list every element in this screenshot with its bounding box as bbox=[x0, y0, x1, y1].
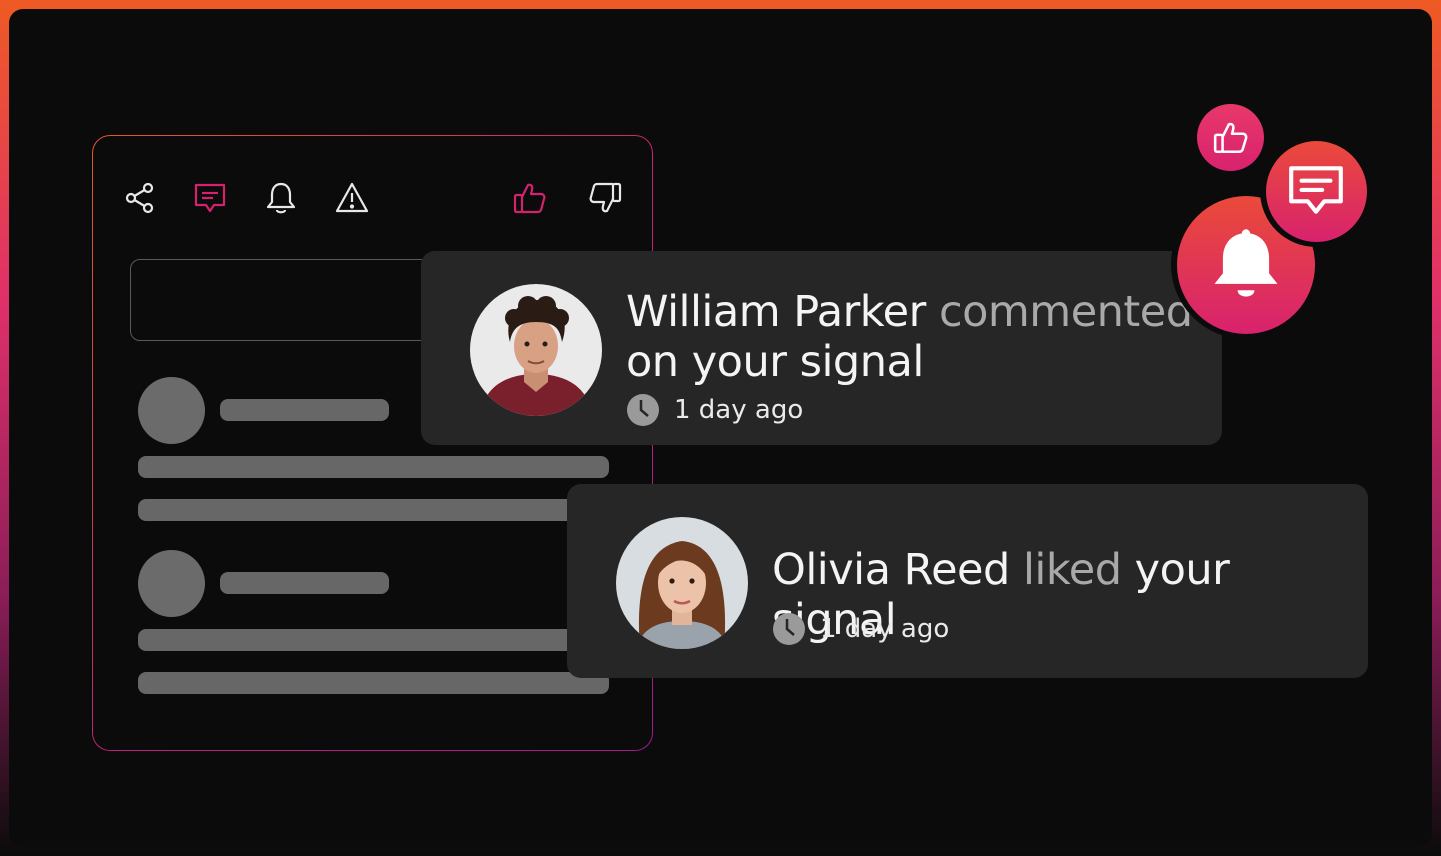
skeleton-name-bar bbox=[220, 572, 389, 594]
notification-card-comment[interactable]: William Parker commented on your signal … bbox=[421, 251, 1222, 445]
clock-icon bbox=[627, 394, 659, 426]
skeleton-text-bar bbox=[138, 629, 609, 651]
action-verb: liked bbox=[1022, 545, 1122, 595]
clock-icon bbox=[773, 613, 805, 645]
message-rest: on your signal bbox=[626, 337, 924, 387]
action-verb: commented bbox=[938, 287, 1193, 337]
comment-icon[interactable] bbox=[190, 178, 230, 218]
skeleton-avatar bbox=[138, 550, 205, 617]
comment-bubble-ring bbox=[1260, 135, 1372, 247]
comment-bubble[interactable] bbox=[1265, 140, 1367, 242]
time-label: 1 day ago bbox=[674, 395, 804, 425]
warning-icon[interactable] bbox=[332, 178, 372, 218]
skeleton-text-bar bbox=[138, 456, 609, 478]
timestamp: 1 day ago bbox=[772, 612, 949, 646]
skeleton-avatar bbox=[138, 377, 205, 444]
comment-icon bbox=[1289, 166, 1343, 214]
stage: William Parker commented on your signal … bbox=[9, 9, 1432, 847]
skeleton-text-bar bbox=[138, 499, 609, 521]
share-icon[interactable] bbox=[120, 178, 160, 218]
notification-card-like[interactable]: Olivia Reed liked your signal 1 day ago bbox=[567, 484, 1368, 678]
notification-message: William Parker commented on your signal bbox=[626, 287, 1196, 387]
thumbs-up-icon[interactable] bbox=[510, 178, 550, 218]
avatar-olivia bbox=[616, 517, 748, 649]
skeleton-text-bar bbox=[138, 672, 609, 694]
avatar-william bbox=[470, 284, 602, 416]
skeleton-name-bar bbox=[220, 399, 389, 421]
thumbs-up-icon bbox=[1213, 122, 1247, 153]
time-label: 1 day ago bbox=[820, 614, 950, 644]
actor-name[interactable]: Olivia Reed bbox=[772, 545, 1010, 595]
timestamp: 1 day ago bbox=[626, 393, 803, 427]
actor-name[interactable]: William Parker bbox=[626, 287, 926, 337]
bell-icon bbox=[1214, 228, 1277, 296]
like-bubble[interactable] bbox=[1197, 104, 1264, 171]
bell-icon[interactable] bbox=[261, 178, 301, 218]
thumbs-down-icon[interactable] bbox=[585, 178, 625, 218]
